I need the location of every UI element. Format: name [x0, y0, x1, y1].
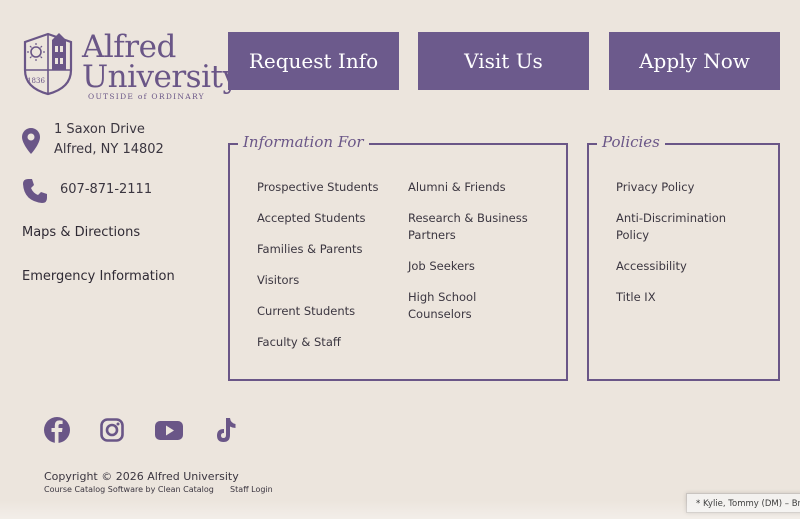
info-link-families-parents[interactable]: Families & Parents	[257, 241, 363, 258]
logo-wordmark: Alfred University	[82, 29, 240, 95]
svg-text:1836: 1836	[27, 77, 45, 85]
request-info-button[interactable]: Request Info	[228, 32, 399, 90]
staff-login-link[interactable]: Staff Login	[230, 485, 273, 494]
information-for-heading: Information For	[238, 133, 369, 151]
address-line2: Alfred, NY 14802	[54, 142, 164, 157]
policies-panel: Policies Privacy Policy Anti-Discriminat…	[587, 133, 780, 381]
emergency-information-link[interactable]: Emergency Information	[22, 269, 175, 284]
logo-name-line1: Alfred	[82, 29, 176, 65]
copyright-text: Copyright © 2026 Alfred University	[44, 470, 239, 483]
info-link-job-seekers[interactable]: Job Seekers	[408, 258, 475, 275]
info-link-accepted-students[interactable]: Accepted Students	[257, 210, 366, 227]
policy-link-accessibility[interactable]: Accessibility	[616, 258, 687, 275]
clean-catalog-link[interactable]: Course Catalog Software by Clean Catalog	[44, 485, 214, 494]
apply-now-button[interactable]: Apply Now	[609, 32, 780, 90]
university-seal-icon: 1836	[23, 32, 73, 96]
logo-name-line2: University	[82, 59, 240, 95]
map-pin-icon	[22, 128, 40, 154]
info-link-research-business-partners[interactable]: Research & Business Partners	[408, 210, 538, 244]
tiktok-icon[interactable]	[214, 416, 238, 444]
facebook-icon[interactable]	[44, 416, 70, 444]
university-logo[interactable]: 1836 Alfred University OUTSIDE of ORDINA…	[22, 30, 240, 102]
bottom-fade	[0, 500, 800, 519]
address-line1: 1 Saxon Drive	[54, 122, 145, 137]
info-link-high-school-counselors[interactable]: High School Counselors	[408, 289, 508, 323]
info-link-current-students[interactable]: Current Students	[257, 303, 355, 320]
policy-link-privacy[interactable]: Privacy Policy	[616, 179, 694, 196]
policy-link-title-ix[interactable]: Title IX	[616, 289, 656, 306]
info-link-prospective-students[interactable]: Prospective Students	[257, 179, 378, 196]
policy-link-anti-discrimination[interactable]: Anti-Discrimination Policy	[616, 210, 746, 244]
user-badge[interactable]: * Kylie, Tommy (DM) – Bril	[686, 493, 800, 513]
maps-directions-link[interactable]: Maps & Directions	[22, 225, 140, 240]
youtube-icon[interactable]	[154, 416, 184, 444]
policies-heading: Policies	[597, 133, 665, 151]
logo-tagline: OUTSIDE of ORDINARY	[88, 92, 205, 101]
phone-number[interactable]: 607-871-2111	[60, 182, 152, 197]
info-link-faculty-staff[interactable]: Faculty & Staff	[257, 334, 341, 351]
information-for-panel: Information For Prospective Students Acc…	[228, 133, 568, 381]
info-link-alumni-friends[interactable]: Alumni & Friends	[408, 179, 506, 196]
phone-icon	[23, 179, 47, 203]
info-link-visitors[interactable]: Visitors	[257, 272, 299, 289]
visit-us-button[interactable]: Visit Us	[418, 32, 589, 90]
instagram-icon[interactable]	[100, 416, 124, 444]
